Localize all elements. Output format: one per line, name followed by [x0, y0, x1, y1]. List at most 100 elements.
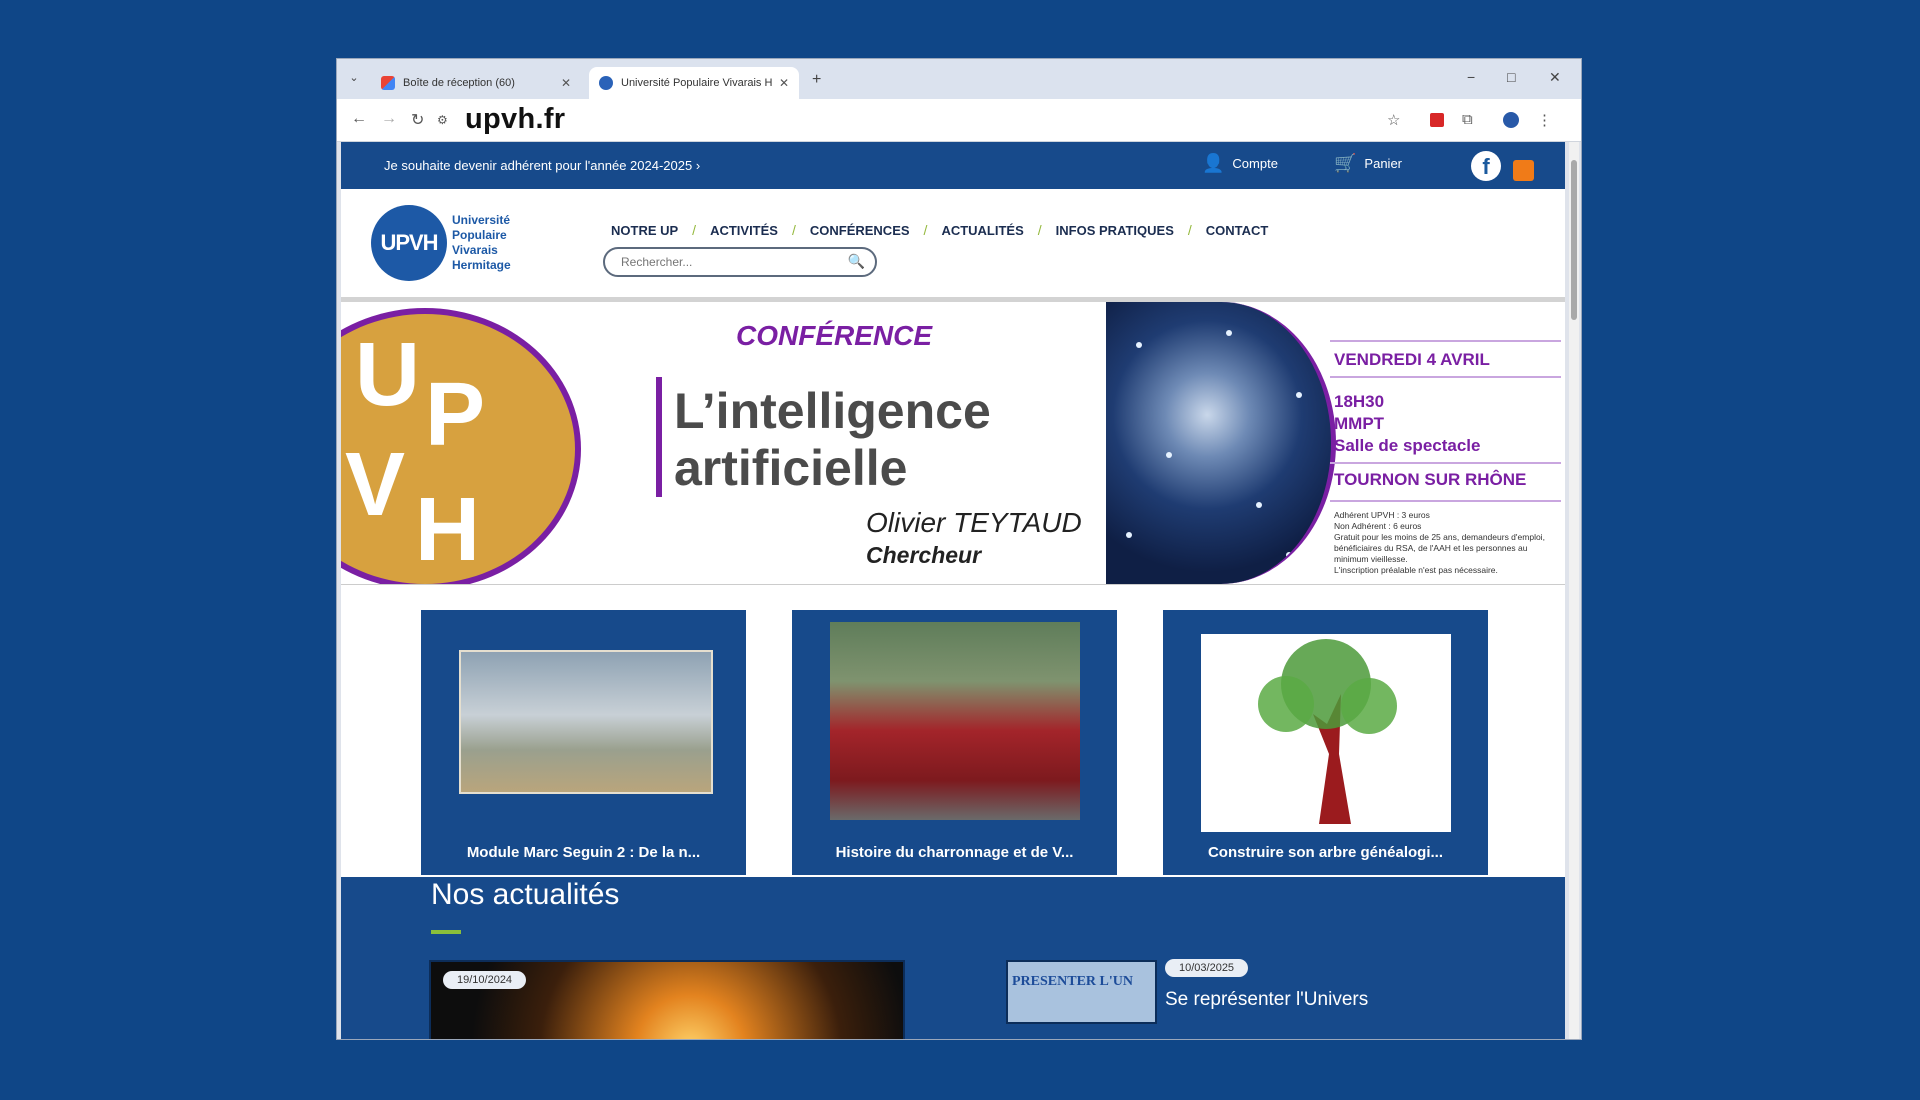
- network-node: [1286, 552, 1292, 558]
- logo-line: Hermitage: [452, 258, 511, 272]
- menu-item-actualites[interactable]: ACTUALITÉS: [941, 223, 1023, 238]
- network-node: [1136, 342, 1142, 348]
- logo-letter: H: [415, 480, 480, 580]
- conference-banner[interactable]: U P V H CONFÉRENCE L’intelligence artifi…: [341, 302, 1565, 585]
- banner-kicker: CONFÉRENCE: [736, 320, 933, 351]
- menu-item-contact[interactable]: CONTACT: [1206, 223, 1269, 238]
- site-logo[interactable]: UPVH: [371, 205, 447, 281]
- logo-letter: P: [425, 365, 486, 465]
- url-field[interactable]: upvh.fr: [465, 103, 565, 136]
- cart-link[interactable]: 🛒 Panier: [1334, 153, 1402, 174]
- pdf-extension-icon[interactable]: [1430, 113, 1444, 127]
- news-item-title[interactable]: Se représenter l'Univers: [1165, 989, 1368, 1011]
- activity-card[interactable]: Histoire du charronnage et de V...: [792, 610, 1117, 875]
- page-scrollbar[interactable]: [1569, 142, 1579, 1039]
- close-window-button[interactable]: ✕: [1549, 69, 1561, 86]
- activity-card[interactable]: Construire son arbre généalogi...: [1163, 610, 1488, 875]
- engraving-image: [459, 650, 713, 794]
- divider: [1330, 376, 1561, 378]
- menu-item-activites[interactable]: ACTIVITÉS: [710, 223, 778, 238]
- menu-item-conferences[interactable]: CONFÉRENCES: [810, 223, 910, 238]
- event-city: TOURNON SUR RHÔNE: [1334, 470, 1527, 489]
- new-tab-button[interactable]: +: [812, 71, 821, 89]
- banner-title-line2: artificielle: [674, 440, 908, 496]
- search-icon[interactable]: 🔍: [848, 253, 865, 270]
- minimize-button[interactable]: −: [1467, 69, 1475, 85]
- reload-icon[interactable]: ↻: [411, 110, 424, 130]
- logo-line: Université: [452, 213, 511, 227]
- heading-accent: [431, 930, 461, 934]
- tab-upvh[interactable]: Université Populaire Vivarais H ✕: [589, 67, 799, 99]
- news-item-thumbnail[interactable]: PRESENTER L'UN: [1006, 960, 1157, 1024]
- account-label: Compte: [1232, 156, 1278, 171]
- tab-gmail[interactable]: Boîte de réception (60) ✕: [371, 67, 581, 99]
- web-page: Je souhaite devenir adhérent pour l'anné…: [341, 142, 1565, 1039]
- news-heading: Nos actualités: [431, 878, 620, 911]
- upvh-banner-logo: U P V H: [341, 308, 581, 584]
- event-room: Salle de spectacle: [1334, 436, 1481, 455]
- menu-separator: /: [1187, 222, 1192, 238]
- bookmark-star-icon[interactable]: ☆: [1387, 111, 1400, 129]
- banner-title-line1: L’intelligence: [674, 383, 991, 439]
- network-node: [1296, 392, 1302, 398]
- activity-card[interactable]: Module Marc Seguin 2 : De la n...: [421, 610, 746, 875]
- rss-icon[interactable]: [1513, 160, 1534, 181]
- date-badge: 19/10/2024: [443, 971, 527, 989]
- logo-text[interactable]: Université Populaire Vivarais Hermitage: [452, 213, 511, 273]
- site-info-icon[interactable]: ⚙: [437, 113, 448, 127]
- event-details: 18H30 MMPT Salle de spectacle: [1334, 391, 1480, 457]
- search-input[interactable]: [619, 254, 843, 270]
- menu-separator: /: [923, 222, 928, 238]
- gmail-icon: [381, 76, 395, 90]
- news-section: Nos actualités 19/10/2024 PRESENTER L'UN…: [341, 877, 1565, 1039]
- banner-accent-bar: [656, 377, 662, 497]
- address-bar: ← → ↻ ⚙ upvh.fr ☆ ⧉ ⋮: [337, 99, 1581, 142]
- event-date: VENDREDI 4 AVRIL: [1334, 350, 1490, 369]
- divider: [1330, 340, 1561, 342]
- tab-search-icon[interactable]: ⌄: [345, 71, 363, 89]
- membership-link[interactable]: Je souhaite devenir adhérent pour l'anné…: [384, 158, 700, 173]
- menu-dots-icon[interactable]: ⋮: [1537, 111, 1552, 129]
- menu-item-notre-up[interactable]: NOTRE UP: [611, 223, 678, 238]
- banner-speaker: Olivier TEYTAUD: [866, 507, 1082, 538]
- logo-letter: V: [345, 435, 406, 535]
- cart-label: Panier: [1364, 156, 1402, 171]
- divider: [1330, 462, 1561, 464]
- tree-graphic: [1258, 639, 1397, 824]
- profile-avatar-icon[interactable]: [1503, 112, 1519, 128]
- forward-icon[interactable]: →: [381, 110, 397, 128]
- card-title: Histoire du charronnage et de V...: [835, 844, 1074, 861]
- ai-faces-image: [1106, 302, 1336, 584]
- extensions-icon[interactable]: ⧉: [1462, 111, 1473, 128]
- tab-title: Boîte de réception (60): [403, 77, 515, 89]
- account-link[interactable]: 👤 Compte: [1202, 153, 1278, 174]
- tab-title: Université Populaire Vivarais H: [621, 77, 773, 89]
- menu-separator: /: [692, 222, 697, 238]
- scrollbar-thumb[interactable]: [1571, 160, 1577, 320]
- event-time: 18H30: [1334, 392, 1385, 411]
- date-badge: 10/03/2025: [1165, 959, 1249, 977]
- logo-line: Populaire: [452, 228, 507, 242]
- bus-image: [830, 622, 1080, 820]
- maximize-button[interactable]: □: [1507, 69, 1515, 85]
- network-node: [1126, 532, 1132, 538]
- network-node: [1166, 452, 1172, 458]
- facebook-icon[interactable]: f: [1471, 151, 1501, 181]
- main-menu: NOTRE UP / ACTIVITÉS / CONFÉRENCES / ACT…: [611, 222, 1268, 238]
- back-icon[interactable]: ←: [351, 110, 367, 128]
- close-tab-icon[interactable]: ✕: [779, 76, 789, 90]
- event-venue: MMPT: [1334, 414, 1385, 433]
- browser-window: ⌄ Boîte de réception (60) ✕ Université P…: [337, 59, 1581, 1039]
- close-tab-icon[interactable]: ✕: [561, 76, 571, 90]
- logo-mark: UPVH: [380, 230, 438, 255]
- menu-separator: /: [791, 222, 796, 238]
- pricing-fine-print: Adhérent UPVH : 3 euros Non Adhérent : 6…: [1334, 510, 1545, 575]
- globe-icon: [599, 76, 613, 90]
- menu-separator: /: [1037, 222, 1042, 238]
- user-icon: 👤: [1202, 153, 1225, 173]
- network-node: [1226, 330, 1232, 336]
- family-tree-image: [1201, 634, 1451, 832]
- activity-cards: Module Marc Seguin 2 : De la n... Histoi…: [341, 585, 1565, 901]
- site-header: UPVH Université Populaire Vivarais Hermi…: [341, 189, 1565, 302]
- menu-item-infos-pratiques[interactable]: INFOS PRATIQUES: [1056, 223, 1174, 238]
